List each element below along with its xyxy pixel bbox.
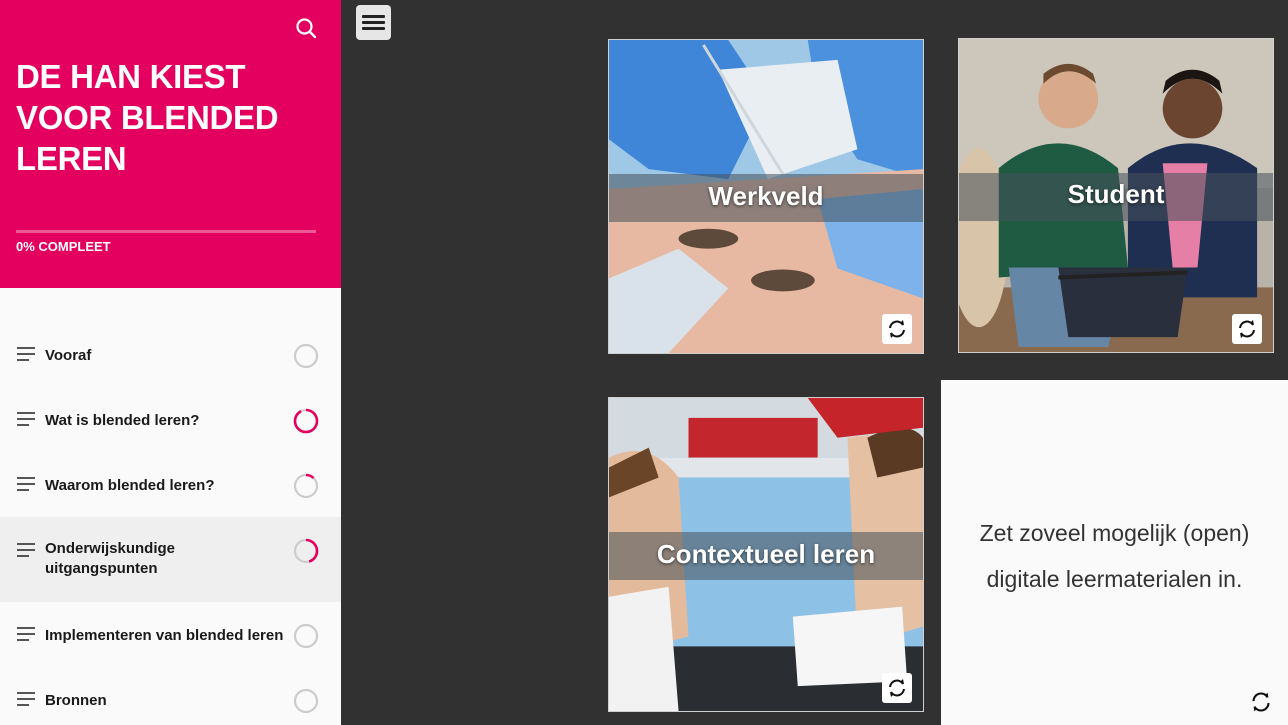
- lesson-label: Bronnen: [45, 692, 107, 709]
- lesson-label: Implementeren van blended leren: [45, 627, 284, 644]
- sidebar: DE HAN KIEST VOOR BLENDED LEREN 0% COMPL…: [0, 0, 341, 725]
- card-back-line: Zet zoveel mogelijk (open): [979, 520, 1250, 546]
- lines-icon: [17, 412, 35, 426]
- progress-ring-icon: [293, 343, 319, 369]
- progress-ring-icon: [293, 473, 319, 499]
- lesson-label: Waarom blended leren?: [45, 477, 215, 494]
- course-progress-label: 0% COMPLEET: [16, 239, 111, 254]
- lines-icon: [17, 627, 35, 641]
- flip-button[interactable]: [882, 673, 912, 703]
- progress-ring-fill: [293, 408, 319, 434]
- lesson-item-vooraf[interactable]: Vooraf: [0, 322, 341, 387]
- lines-icon: [17, 543, 35, 557]
- flip-card-back[interactable]: Zet zoveel mogelijk (open) digitale leer…: [941, 380, 1288, 725]
- lines-icon: [17, 347, 35, 361]
- progress-ring-icon: [293, 623, 319, 649]
- progress-ring-icon: [293, 408, 319, 434]
- flip-button[interactable]: [882, 314, 912, 344]
- lesson-item-waarom-blended-leren[interactable]: Waarom blended leren?: [0, 452, 341, 517]
- flip-card-werkveld[interactable]: Werkveld: [608, 39, 924, 354]
- search-icon: [296, 18, 317, 39]
- flip-back-button[interactable]: [1247, 688, 1273, 714]
- course-progress-bar: [16, 230, 316, 233]
- hamburger-icon: [362, 15, 385, 18]
- lesson-label: Onderwijskundige uitgangspunten: [45, 540, 176, 577]
- card-back-text: Zet zoveel mogelijk (open) digitale leer…: [961, 510, 1268, 602]
- card-back-line: digitale leermaterialen in.: [986, 566, 1243, 592]
- lines-icon: [17, 692, 35, 706]
- flip-icon: [1239, 320, 1255, 338]
- card-label: Student: [1067, 179, 1165, 209]
- course-header: DE HAN KIEST VOOR BLENDED LEREN 0% COMPL…: [0, 0, 341, 288]
- search-button[interactable]: [292, 14, 320, 42]
- course-title: DE HAN KIEST VOOR BLENDED LEREN: [16, 58, 279, 177]
- menu-toggle-button[interactable]: [356, 5, 391, 40]
- progress-ring-icon: [293, 538, 319, 564]
- card-label: Werkveld: [708, 181, 824, 211]
- flip-icon: [889, 679, 905, 697]
- lesson-label: Wat is blended leren?: [45, 412, 200, 429]
- lines-icon: [17, 477, 35, 491]
- lesson-item-bronnen[interactable]: Bronnen: [0, 667, 341, 725]
- lesson-item-onderwijskundige-uitgangspunten[interactable]: Onderwijskundige uitgangspunten: [0, 517, 341, 602]
- flip-button[interactable]: [1232, 314, 1262, 344]
- flip-card-contextueel-leren[interactable]: Contextueel leren: [608, 397, 924, 712]
- lesson-item-wat-is-blended-leren[interactable]: Wat is blended leren?: [0, 387, 341, 452]
- flip-icon: [1252, 692, 1270, 712]
- lesson-label: Vooraf: [45, 347, 92, 364]
- flip-card-student[interactable]: Student: [958, 38, 1274, 353]
- lesson-list: Vooraf Wat is blended leren? Waarom blen…: [0, 322, 341, 725]
- lesson-item-implementeren[interactable]: Implementeren van blended leren: [0, 602, 341, 667]
- progress-ring-icon: [293, 688, 319, 714]
- flip-icon: [889, 320, 905, 338]
- card-label: Contextueel leren: [656, 539, 876, 569]
